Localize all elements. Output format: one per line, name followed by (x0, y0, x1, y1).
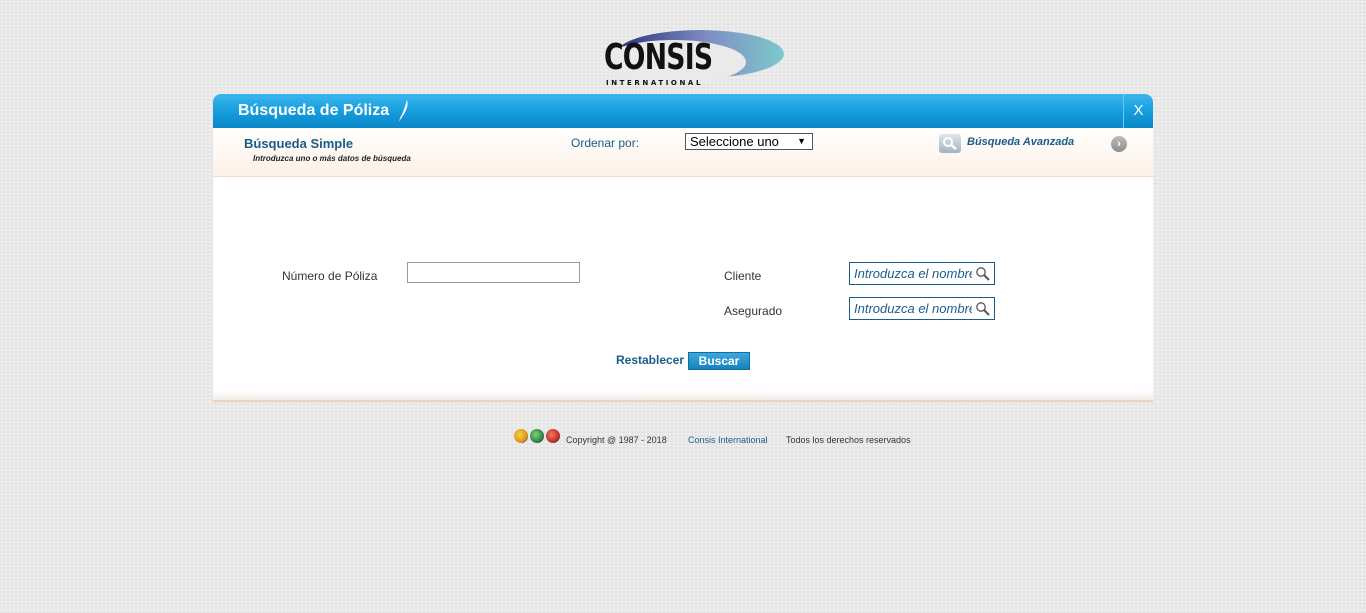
advanced-search-icon[interactable] (939, 134, 961, 153)
panel-header: Búsqueda de Póliza X (213, 94, 1153, 128)
feather-icon (399, 100, 408, 122)
policy-number-label: Número de Póliza (282, 269, 378, 283)
consis-logo: CONSIS INTERNATIONAL (582, 28, 786, 92)
search-options-bar: Búsqueda Simple Introduzca uno o más dat… (213, 128, 1153, 177)
order-by-label: Ordenar por: (571, 136, 640, 150)
close-button[interactable]: X (1123, 94, 1153, 128)
reset-link[interactable]: Restablecer (616, 353, 684, 367)
client-search-icon[interactable] (975, 266, 991, 282)
client-search-field (849, 262, 995, 285)
copyright-text: Copyright @ 1987 - 2018 (566, 435, 667, 445)
insured-search-icon[interactable] (975, 301, 991, 317)
logo-text: CONSIS (604, 37, 713, 78)
order-by-select[interactable]: Seleccione uno ▼ (685, 133, 813, 150)
rights-text: Todos los derechos reservados (786, 435, 911, 445)
simple-search-title: Búsqueda Simple (244, 136, 354, 151)
logo-subtext: INTERNATIONAL (606, 79, 704, 87)
search-button[interactable]: Buscar (688, 352, 750, 370)
client-input[interactable] (850, 263, 972, 284)
dropdown-arrow-icon: ▼ (797, 136, 806, 146)
order-by-value: Seleccione uno (690, 134, 779, 149)
advanced-search-link[interactable]: Búsqueda Avanzada (967, 136, 1074, 148)
insured-input[interactable] (850, 298, 972, 319)
chrome-icon (546, 429, 560, 443)
ie-icon (530, 429, 544, 443)
insured-search-field (849, 297, 995, 320)
panel-bottom-border (213, 390, 1153, 402)
policy-search-panel: Búsqueda de Póliza X Búsqueda Simple Int… (213, 94, 1153, 402)
panel-title: Búsqueda de Póliza (238, 102, 390, 119)
client-label: Cliente (724, 269, 762, 283)
company-link[interactable]: Consis International (688, 435, 768, 445)
next-arrow-button[interactable]: › (1111, 136, 1127, 152)
simple-search-hint: Introduzca uno o más datos de búsqueda (253, 154, 411, 163)
policy-number-input[interactable] (407, 262, 580, 283)
firefox-icon (514, 429, 528, 443)
insured-label: Asegurado (724, 304, 783, 318)
